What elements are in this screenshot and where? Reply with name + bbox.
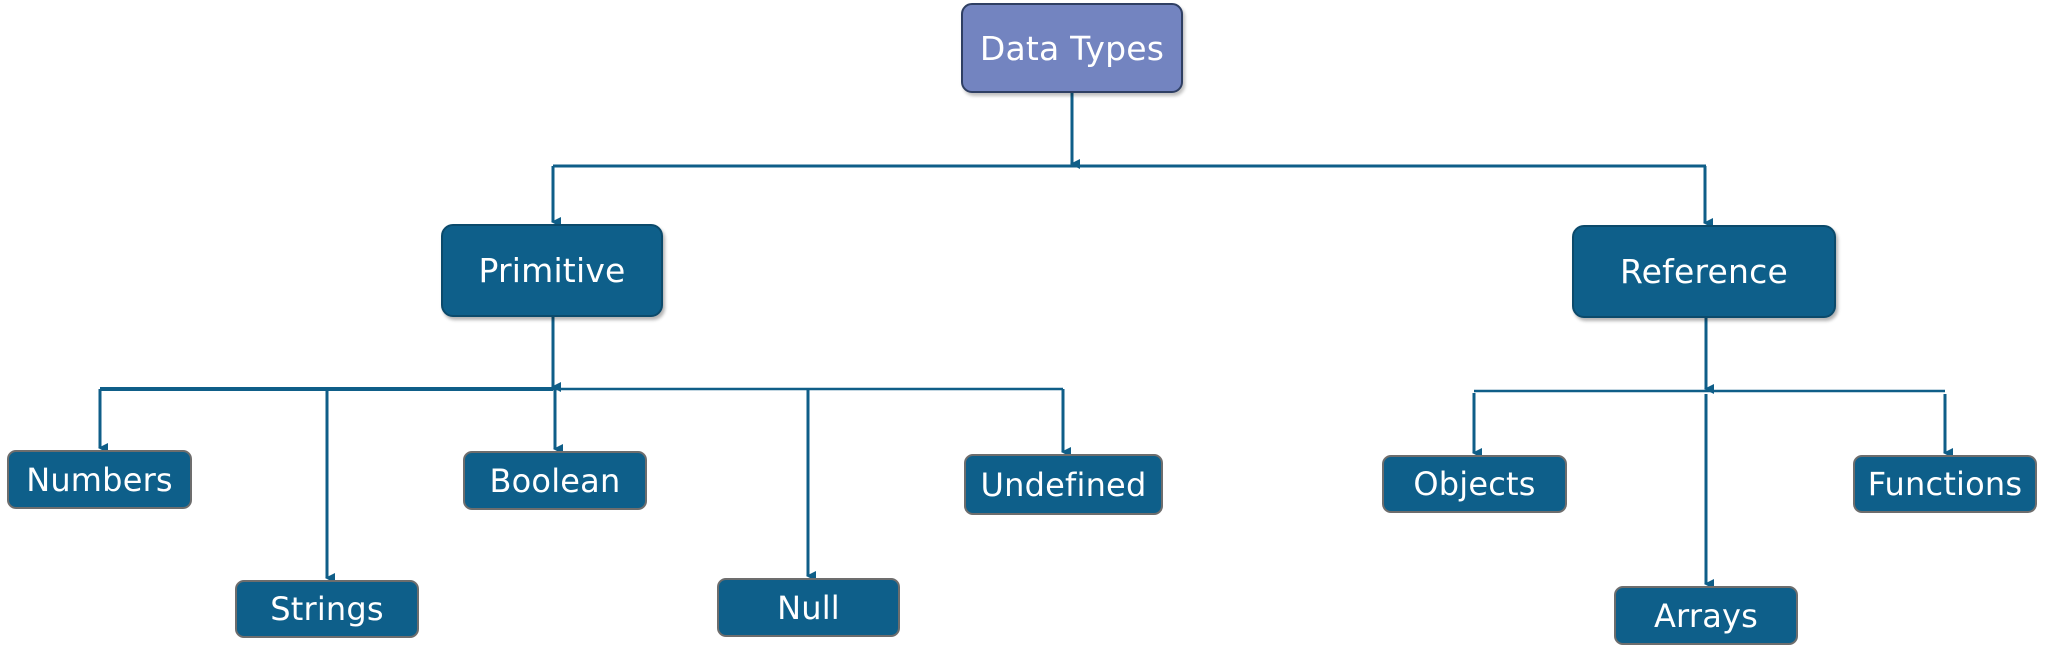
- node-numbers[interactable]: Numbers: [7, 450, 192, 509]
- connector-layer: [98, 93, 1953, 589]
- node-label: Boolean: [489, 461, 621, 500]
- node-label: Numbers: [26, 460, 173, 499]
- node-boolean[interactable]: Boolean: [463, 451, 647, 510]
- node-label: Primitive: [478, 251, 626, 290]
- node-arrays[interactable]: Arrays: [1614, 586, 1798, 645]
- node-label: Data Types: [979, 28, 1165, 68]
- node-label: Arrays: [1653, 596, 1759, 635]
- node-label: Null: [777, 588, 840, 627]
- node-label: Reference: [1620, 252, 1788, 291]
- node-label: Strings: [270, 590, 384, 628]
- node-label: Functions: [1867, 465, 2023, 503]
- node-primitive[interactable]: Primitive: [441, 224, 663, 317]
- node-label: Undefined: [980, 465, 1147, 504]
- node-label: Objects: [1413, 465, 1536, 503]
- node-undefined[interactable]: Undefined: [964, 454, 1163, 515]
- node-data-types[interactable]: Data Types: [961, 3, 1183, 93]
- node-strings[interactable]: Strings: [235, 580, 419, 638]
- node-reference[interactable]: Reference: [1572, 225, 1836, 318]
- node-functions[interactable]: Functions: [1853, 455, 2037, 513]
- node-null[interactable]: Null: [717, 578, 900, 637]
- node-objects[interactable]: Objects: [1382, 455, 1567, 513]
